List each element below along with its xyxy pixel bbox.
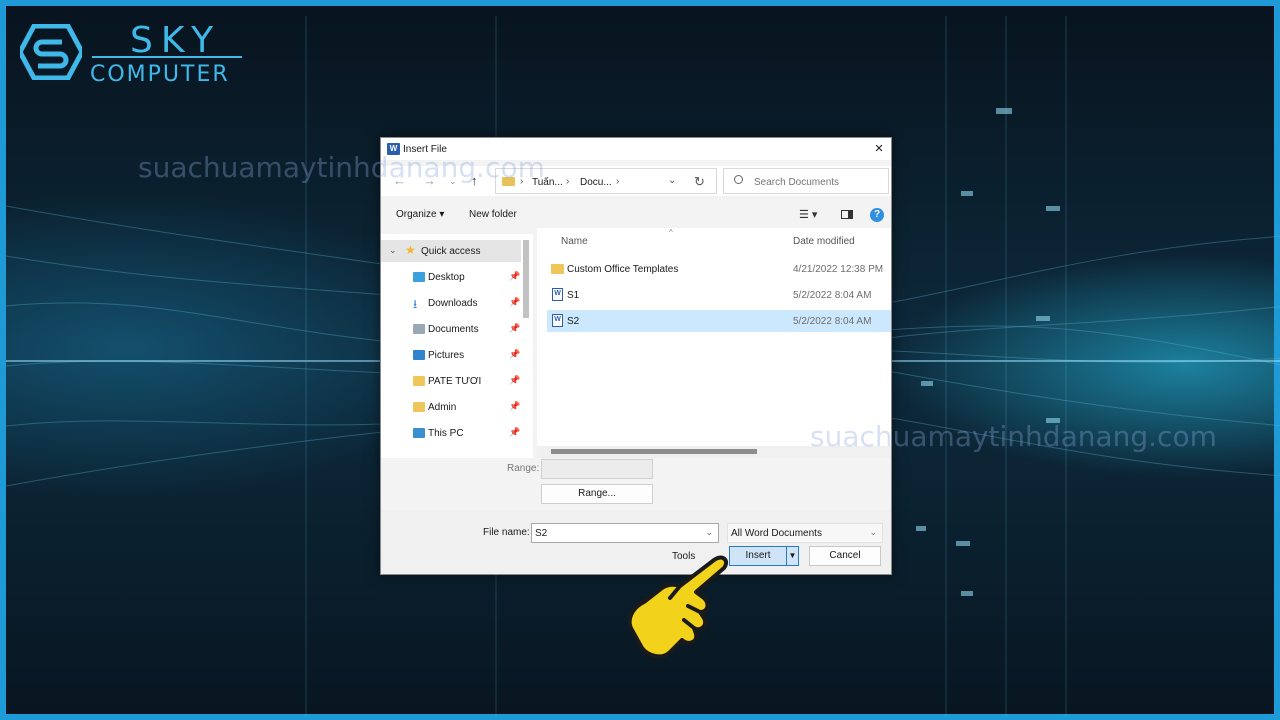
file-row-selected[interactable]: S2 5/2/2022 8:04 AM	[547, 310, 891, 332]
sort-ascending-icon: ^	[669, 228, 673, 237]
new-folder-button[interactable]: New folder	[469, 209, 517, 220]
file-date: 4/21/2022 12:38 PM	[793, 264, 884, 275]
documents-icon	[413, 324, 425, 334]
pictures-icon	[413, 350, 425, 360]
sky-computer-logo: SKY COMPUTER	[20, 20, 242, 90]
logo-text-computer: COMPUTER	[90, 62, 230, 87]
column-header-name[interactable]: Name	[561, 236, 588, 247]
refresh-icon[interactable]: ↻	[694, 174, 705, 190]
chevron-down-icon[interactable]: ⌄	[705, 527, 713, 538]
breadcrumb-segment[interactable]: Docu...	[580, 177, 612, 188]
breadcrumb-chevron-icon[interactable]: ›	[566, 176, 569, 187]
word-document-icon	[552, 314, 563, 327]
watermark-text: suachuamaytinhdanang.com	[810, 420, 1217, 453]
search-icon	[734, 175, 743, 184]
tree-item-label: Downloads	[428, 298, 478, 309]
file-row[interactable]: Custom Office Templates 4/21/2022 12:38 …	[547, 258, 891, 280]
file-name: S1	[567, 290, 580, 301]
pc-icon	[413, 428, 425, 438]
address-dropdown-icon[interactable]: ⌄	[668, 175, 676, 186]
folder-icon	[551, 264, 564, 274]
tree-item-downloads[interactable]: ⭳ Downloads 📌	[381, 292, 521, 314]
search-box[interactable]	[723, 168, 889, 194]
file-name-label: File name:	[483, 527, 530, 538]
file-date: 5/2/2022 8:04 AM	[793, 316, 872, 327]
logo-mark-icon	[20, 24, 82, 80]
file-type-value: All Word Documents	[731, 528, 822, 539]
file-name-input[interactable]: S2 ⌄	[531, 523, 719, 543]
view-options-icon[interactable]: ☰ ▾	[799, 208, 817, 221]
file-name: S2	[567, 316, 580, 327]
preview-pane-icon[interactable]	[841, 210, 853, 219]
desktop-icon	[413, 272, 425, 282]
tree-item-label: Quick access	[421, 246, 481, 257]
file-row[interactable]: S1 5/2/2022 8:04 AM	[547, 284, 891, 306]
tree-item-this-pc[interactable]: This PC 📌	[381, 422, 521, 444]
pin-icon: 📌	[509, 323, 521, 333]
cancel-button[interactable]: Cancel	[809, 546, 881, 566]
pin-icon: 📌	[509, 401, 521, 411]
word-document-icon	[552, 288, 563, 301]
help-icon[interactable]: ?	[870, 208, 884, 222]
pin-icon: 📌	[509, 427, 521, 437]
tree-item-label: Admin	[428, 402, 457, 413]
tree-item-label: PATE TƯƠI	[428, 376, 482, 387]
tree-item-pictures[interactable]: Pictures 📌	[381, 344, 521, 366]
tree-item-label: Pictures	[428, 350, 465, 361]
command-bar: Organize ▾ New folder ☰ ▾ ?	[381, 202, 891, 228]
navigation-pane: ⌄ ★ Quick access Desktop 📌 ⭳ Downloads 📌…	[381, 234, 533, 458]
pin-icon: 📌	[509, 349, 521, 359]
tree-item-desktop[interactable]: Desktop 📌	[381, 266, 521, 288]
pin-icon: 📌	[509, 375, 521, 385]
watermark-text: suachuamaytinhdanang.com	[138, 151, 545, 184]
range-input	[541, 459, 653, 479]
scrollbar-thumb[interactable]	[551, 449, 757, 454]
range-button[interactable]: Range...	[541, 484, 653, 504]
pin-icon: 📌	[509, 297, 521, 307]
star-icon: ★	[405, 243, 416, 257]
folder-icon	[413, 376, 425, 386]
breadcrumb-chevron-icon[interactable]: ›	[616, 176, 619, 187]
folder-icon	[413, 402, 425, 412]
search-input[interactable]	[754, 175, 884, 189]
tree-item-label: Documents	[428, 324, 479, 335]
file-date: 5/2/2022 8:04 AM	[793, 290, 872, 301]
file-type-filter[interactable]: All Word Documents ⌄	[727, 523, 883, 543]
insert-dropdown-icon[interactable]: ▼	[786, 546, 799, 566]
chevron-down-icon[interactable]: ⌄	[389, 245, 397, 256]
close-icon[interactable]: ×	[871, 140, 887, 157]
pin-icon: 📌	[509, 271, 521, 281]
insert-file-dialog: W Insert File × ← → ⌄ ↑ › Tuấn... › Docu…	[380, 137, 892, 575]
file-name-value: S2	[535, 528, 548, 539]
tree-item-admin[interactable]: Admin 📌	[381, 396, 521, 418]
file-name: Custom Office Templates	[567, 264, 679, 275]
pointing-hand-icon	[627, 555, 729, 659]
column-header-date-modified[interactable]: Date modified	[793, 236, 855, 247]
chevron-down-icon[interactable]: ⌄	[869, 527, 877, 538]
logo-text-sky: SKY	[130, 20, 222, 61]
tree-scrollbar[interactable]	[523, 240, 529, 318]
tree-item-pate-tuoi[interactable]: PATE TƯƠI 📌	[381, 370, 521, 392]
logo-divider	[92, 56, 242, 58]
range-label: Range:	[507, 463, 540, 474]
tree-item-quick-access[interactable]: ⌄ ★ Quick access	[381, 240, 521, 262]
tree-item-documents[interactable]: Documents 📌	[381, 318, 521, 340]
download-icon: ⭳	[413, 297, 418, 311]
organize-button[interactable]: Organize ▾	[396, 209, 444, 220]
tree-item-label: Desktop	[428, 272, 465, 283]
tree-item-label: This PC	[428, 428, 464, 439]
